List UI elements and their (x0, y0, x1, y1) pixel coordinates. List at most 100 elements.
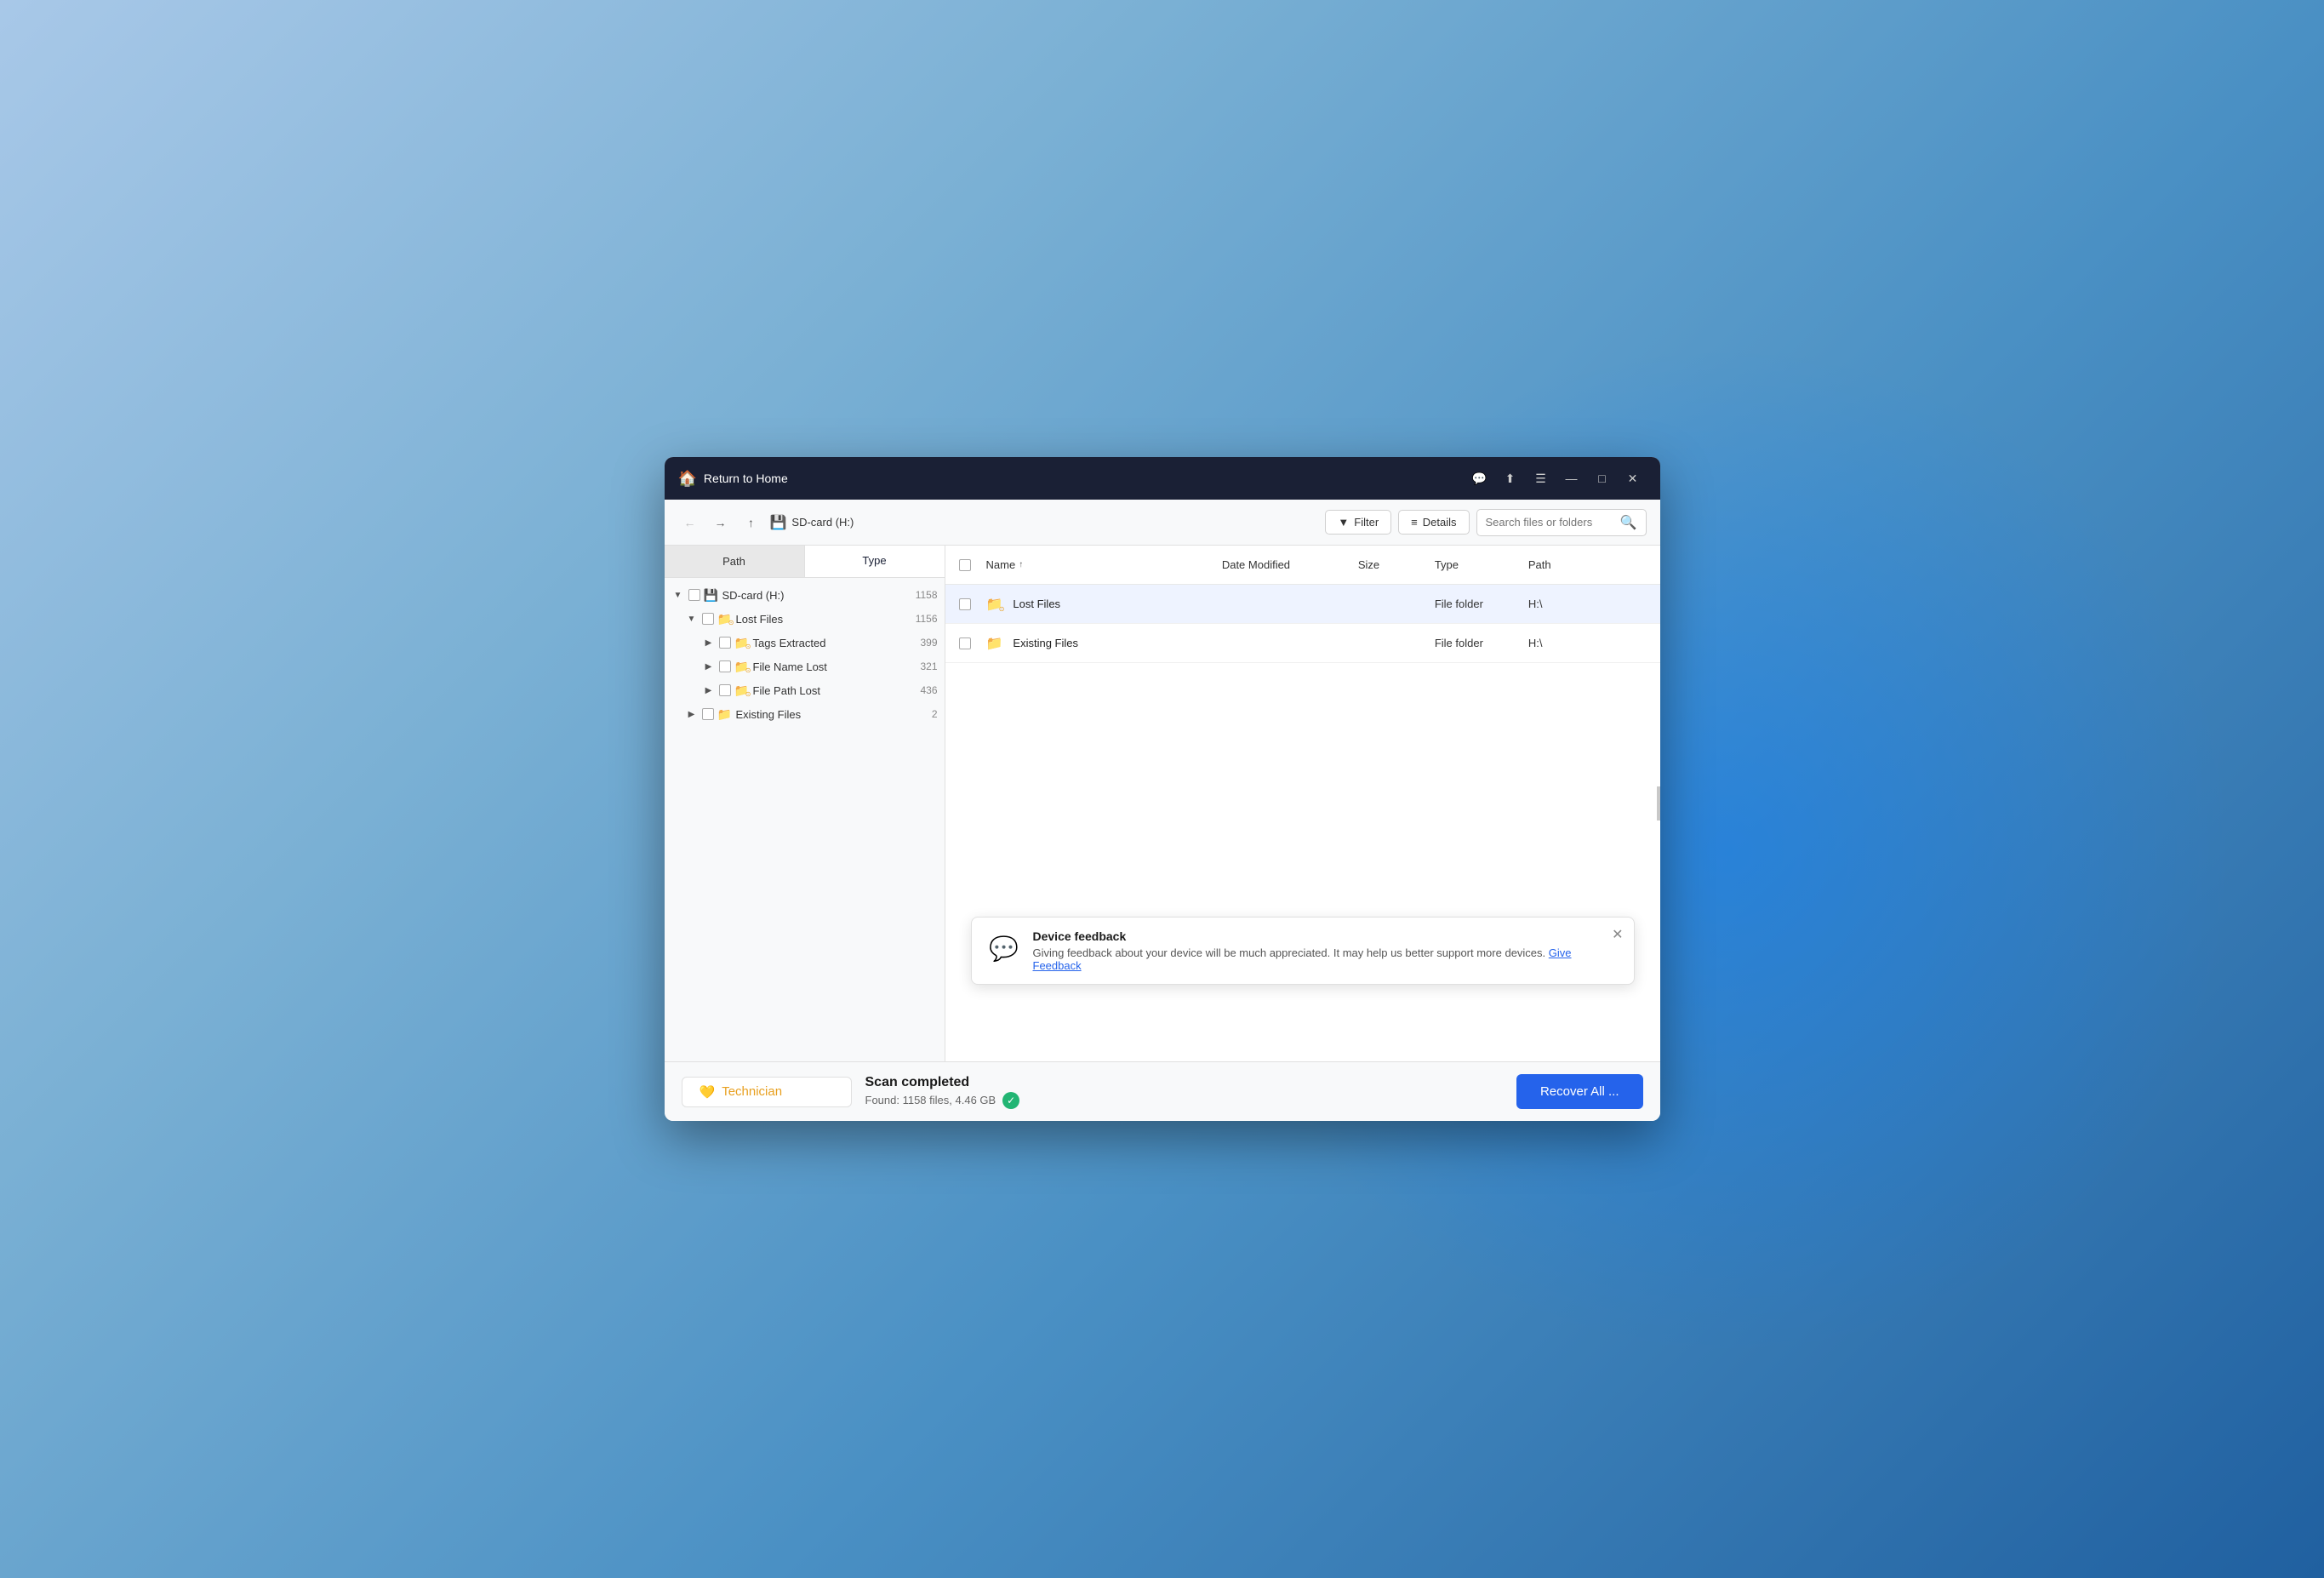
tree-item-existing[interactable]: ▶ 📁 Existing Files 2 (665, 702, 945, 726)
file-row-lost-files[interactable]: 📁 Lost Files File folder H:\ (945, 585, 1660, 624)
title-bar: 🏠 Return to Home 💬 ⬆ ☰ — □ ✕ (665, 457, 1660, 500)
forward-button[interactable]: → (709, 511, 733, 535)
tree-toggle-sdcard[interactable]: ▼ (671, 588, 685, 602)
col-size-header: Size (1358, 558, 1435, 571)
up-button[interactable]: ↑ (739, 511, 763, 535)
upload-button[interactable]: ⬆ (1497, 465, 1524, 492)
tree-count-lost: 1156 (916, 613, 938, 625)
row-type-existing: File folder (1435, 637, 1528, 649)
select-all-checkbox[interactable] (959, 559, 971, 571)
col-name-header[interactable]: Name ↑ (986, 558, 1222, 571)
row-path-existing: H:\ (1528, 637, 1647, 649)
row-checkbox-lost[interactable] (959, 598, 971, 610)
tree-label-lost: Lost Files (736, 613, 909, 626)
row-checkbox-existing[interactable] (959, 637, 971, 649)
col-path-header: Path (1528, 558, 1647, 571)
tree-label-tags: Tags Extracted (753, 637, 914, 649)
sdcard-icon: 💾 (704, 587, 719, 603)
tab-type[interactable]: Type (805, 546, 945, 577)
existing-files-icon: 📁 (717, 706, 733, 722)
technician-label: Technician (722, 1084, 782, 1099)
collapse-sidebar-handle[interactable]: ◀ (1657, 786, 1660, 820)
tree-item-filename-lost[interactable]: ▶ 📁 File Name Lost 321 (665, 655, 945, 678)
name-header-label: Name (986, 558, 1016, 571)
minimize-button[interactable]: — (1558, 465, 1585, 492)
feedback-toast: 💬 Device feedback Giving feedback about … (971, 917, 1635, 985)
row-label-lost: Lost Files (1013, 597, 1060, 610)
sidebar-tree: ▼ 💾 SD-card (H:) 1158 ▼ 📁 Lost Files 115… (665, 578, 945, 1061)
tree-checkbox-filename[interactable] (719, 660, 731, 672)
maximize-button[interactable]: □ (1589, 465, 1616, 492)
row-icon-existing: 📁 (986, 635, 1003, 652)
details-button[interactable]: ≡ Details (1398, 510, 1469, 535)
tree-label-sdcard: SD-card (H:) (722, 589, 909, 602)
feedback-close-button[interactable]: ✕ (1612, 926, 1623, 943)
back-button[interactable]: ← (678, 511, 702, 535)
tree-toggle-filepath[interactable]: ▶ (702, 683, 716, 697)
sidebar-tabs: Path Type (665, 546, 945, 578)
tree-label-existing: Existing Files (736, 708, 925, 721)
filter-icon: ▼ (1338, 516, 1349, 529)
tree-toggle-existing[interactable]: ▶ (685, 707, 699, 721)
filter-button[interactable]: ▼ Filter (1325, 510, 1391, 535)
scan-check-icon: ✓ (1002, 1092, 1019, 1109)
name-sort-icon: ↑ (1019, 560, 1023, 569)
filename-icon: 📁 (734, 659, 750, 674)
tree-checkbox-sdcard[interactable] (688, 589, 700, 601)
tree-checkbox-existing[interactable] (702, 708, 714, 720)
search-input[interactable] (1486, 516, 1615, 529)
toolbar-right: ▼ Filter ≡ Details 🔍 (1325, 509, 1646, 536)
row-icon-lost: 📁 (986, 596, 1003, 613)
drive-icon: 💾 (770, 514, 787, 531)
tree-label-filepath: File Path Lost (753, 684, 914, 697)
lost-files-icon: 📁 (717, 611, 733, 626)
row-type-lost: File folder (1435, 597, 1528, 610)
tree-count-sdcard: 1158 (916, 589, 938, 601)
drive-label: SD-card (H:) (791, 516, 854, 529)
row-path-lost: H:\ (1528, 597, 1647, 610)
tree-checkbox-tags[interactable] (719, 637, 731, 649)
main-content: Path Type ▼ 💾 SD-card (H:) 1158 ▼ 📁 L (665, 546, 1660, 1061)
feedback-title: Device feedback (1033, 929, 1591, 943)
chat-button[interactable]: 💬 (1466, 465, 1493, 492)
file-list: ◀ Name ↑ Date Modified Size Type Path (945, 546, 1660, 1061)
tree-item-lost-files[interactable]: ▼ 📁 Lost Files 1156 (665, 607, 945, 631)
tab-path[interactable]: Path (665, 546, 805, 577)
feedback-message: Giving feedback about your device will b… (1033, 946, 1591, 972)
tree-checkbox-filepath[interactable] (719, 684, 731, 696)
tree-toggle-filename[interactable]: ▶ (702, 660, 716, 673)
technician-button[interactable]: 💛 Technician (682, 1077, 852, 1107)
col-date-header: Date Modified (1222, 558, 1358, 571)
recover-all-button[interactable]: Recover All ... (1516, 1074, 1643, 1109)
title-bar-controls: 💬 ⬆ ☰ — □ ✕ (1466, 465, 1647, 492)
app-icon: 🏠 (678, 470, 697, 488)
tree-checkbox-lost[interactable] (702, 613, 714, 625)
row-name-lost: 📁 Lost Files (986, 596, 1222, 613)
tree-item-tags[interactable]: ▶ 📁 Tags Extracted 399 (665, 631, 945, 655)
filter-label: Filter (1354, 516, 1379, 529)
tree-label-filename: File Name Lost (753, 660, 914, 673)
col-type-header: Type (1435, 558, 1528, 571)
file-list-header: Name ↑ Date Modified Size Type Path (945, 546, 1660, 585)
row-label-existing: Existing Files (1013, 637, 1078, 649)
menu-button[interactable]: ☰ (1527, 465, 1555, 492)
row-check-existing (959, 637, 986, 649)
tree-item-filepath-lost[interactable]: ▶ 📁 File Path Lost 436 (665, 678, 945, 702)
scan-completed-label: Scan completed (865, 1075, 1503, 1090)
app-window: 🏠 Return to Home 💬 ⬆ ☰ — □ ✕ ← → ↑ 💾 SD-… (665, 457, 1660, 1121)
file-row-existing[interactable]: 📁 Existing Files File folder H:\ (945, 624, 1660, 663)
tree-item-sdcard[interactable]: ▼ 💾 SD-card (H:) 1158 (665, 583, 945, 607)
technician-icon: 💛 (699, 1084, 716, 1100)
tree-toggle-lost[interactable]: ▼ (685, 612, 699, 626)
search-box: 🔍 (1476, 509, 1647, 536)
tree-toggle-tags[interactable]: ▶ (702, 636, 716, 649)
scan-details: Found: 1158 files, 4.46 GB ✓ (865, 1092, 1503, 1109)
search-icon: 🔍 (1620, 514, 1637, 531)
header-check (959, 559, 986, 571)
title-bar-left: 🏠 Return to Home (678, 470, 1466, 488)
tree-count-filepath: 436 (920, 684, 937, 696)
scan-details-text: Found: 1158 files, 4.46 GB (865, 1094, 996, 1106)
window-title: Return to Home (704, 472, 788, 485)
close-button[interactable]: ✕ (1619, 465, 1647, 492)
toolbar: ← → ↑ 💾 SD-card (H:) ▼ Filter ≡ Details … (665, 500, 1660, 546)
